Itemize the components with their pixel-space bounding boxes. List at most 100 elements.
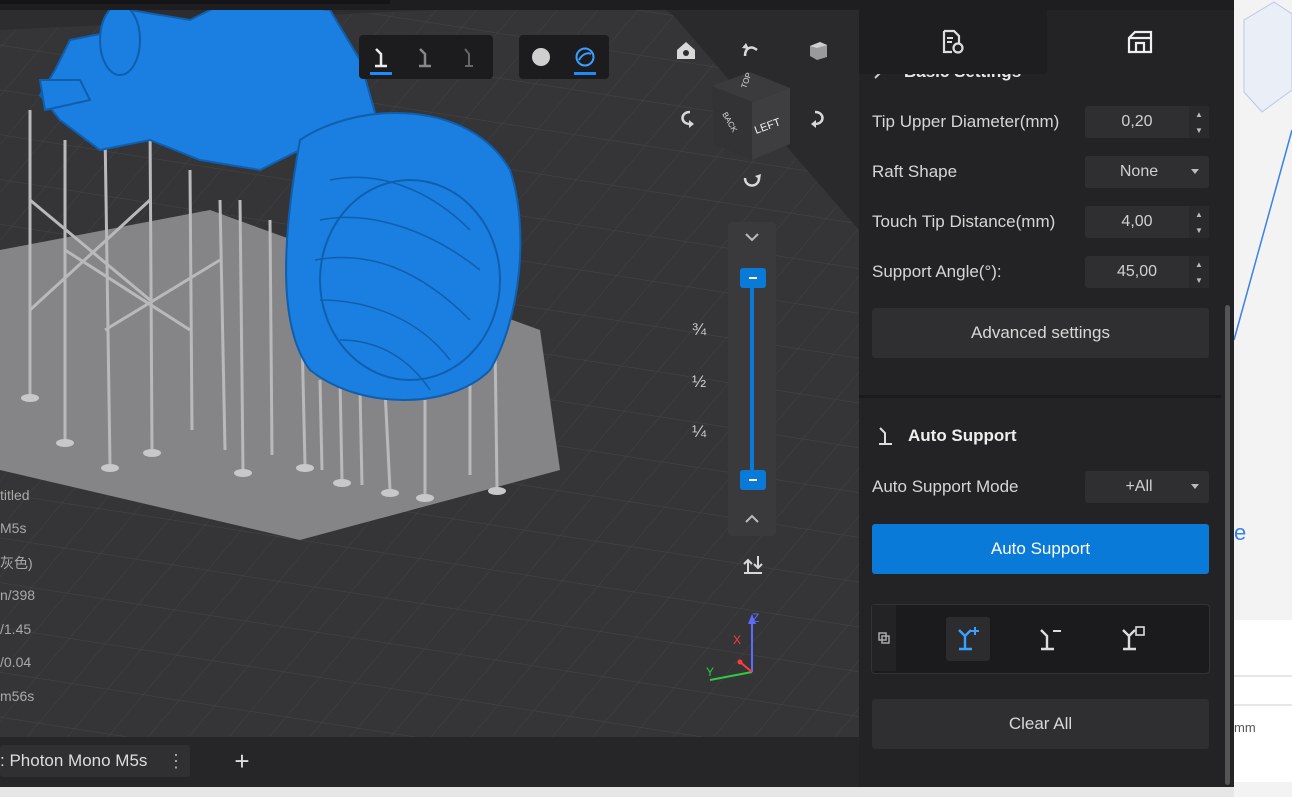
slider-down-chevron[interactable] — [743, 230, 761, 248]
support-thin-button[interactable] — [447, 35, 491, 79]
info-machine: M5s — [0, 520, 27, 536]
tip-upper-diameter-input[interactable]: 0,20 ▲ ▼ — [1085, 106, 1209, 138]
remove-support-tool[interactable] — [1028, 617, 1072, 661]
slider-mark-half: ½ — [692, 372, 707, 391]
rotate-up-button[interactable] — [733, 32, 769, 68]
home-eye-icon — [677, 42, 695, 59]
support-angle-input[interactable]: 45,00 ▲ ▼ — [1085, 256, 1209, 288]
rotate-left-icon — [681, 110, 694, 128]
chevron-up-icon — [745, 514, 759, 523]
support-thin-icon — [464, 48, 473, 67]
clear-all-button[interactable]: Clear All — [872, 699, 1209, 749]
rotate-down-icon — [743, 174, 761, 187]
slider-mark-quarter: ¼ — [692, 422, 707, 441]
solid-view-button[interactable] — [519, 35, 563, 79]
slider-bottom-handle[interactable] — [740, 470, 766, 490]
machine-tab-label: : Photon Mono M5s — [0, 751, 148, 770]
support-tree-button[interactable] — [359, 35, 403, 79]
touch-tip-distance-input[interactable]: 4,00 ▲ ▼ — [1085, 206, 1209, 238]
support-angle-row: Support Angle(°): 45,00 ▲ ▼ — [872, 256, 1209, 288]
window-bottom-edge — [0, 787, 1234, 797]
touch-tip-distance-label: Touch Tip Distance(mm) — [872, 212, 1056, 231]
slider-mark-three-quarters: ¾ — [692, 320, 707, 339]
background-unit-text: mm — [1234, 720, 1256, 735]
axis-z-label: Z — [752, 611, 759, 625]
arrow-down-icon[interactable]: ▼ — [1195, 226, 1203, 235]
panel-scrollbar[interactable] — [1225, 305, 1230, 785]
support-settings-panel: Basic Settings Tip Upper Diameter(mm) 0,… — [859, 10, 1234, 787]
rotate-right-icon — [811, 110, 824, 128]
auto-support-mode-select[interactable]: +All — [1085, 471, 1209, 503]
solid-view-icon — [532, 48, 550, 66]
tab-support-settings[interactable] — [1046, 10, 1234, 74]
slider-up-chevron[interactable] — [743, 512, 761, 530]
background-side-glyph: e — [1234, 520, 1247, 545]
arrow-up-icon[interactable]: ▲ — [1195, 260, 1203, 269]
support-settings-icon — [1128, 30, 1153, 54]
edit-support-icon — [1122, 626, 1145, 651]
add-support-tool[interactable] — [946, 617, 990, 661]
advanced-settings-button[interactable]: Advanced settings — [872, 308, 1209, 358]
machine-tab[interactable]: : Photon Mono M5s ⋮ — [0, 745, 190, 777]
top-strip — [0, 0, 1234, 10]
panel-tabs — [859, 10, 1234, 74]
axis-y-label: Y — [706, 665, 714, 679]
touch-tip-distance-stepper[interactable]: ▲ ▼ — [1189, 206, 1209, 238]
background-window-art — [1234, 1, 1292, 782]
auto-support-title: Auto Support — [908, 426, 1017, 445]
caret-down-icon — [1191, 169, 1199, 174]
slider-range — [750, 282, 754, 482]
info-cost: /0.04 — [0, 654, 32, 670]
info-volume: /1.45 — [0, 621, 32, 637]
arrow-up-icon[interactable]: ▲ — [1195, 210, 1203, 219]
xray-view-button[interactable] — [563, 35, 607, 79]
rotate-right-button[interactable] — [801, 100, 837, 136]
support-angle-stepper[interactable]: ▲ ▼ — [1189, 256, 1209, 288]
auto-support-mode-row: Auto Support Mode +All — [872, 471, 1209, 503]
axis-x-label: X — [733, 633, 741, 647]
support-toolbar — [359, 35, 493, 79]
support-tree-icon — [375, 48, 387, 68]
tip-upper-diameter-row: Tip Upper Diameter(mm) 0,20 ▲ ▼ — [872, 106, 1209, 138]
tip-upper-diameter-stepper[interactable]: ▲ ▼ — [1189, 106, 1209, 138]
machine-tab-bar: : Photon Mono M5s ⋮ + — [0, 737, 859, 787]
info-layers: n/398 — [0, 587, 36, 603]
add-tab-button[interactable]: + — [228, 745, 256, 777]
auto-support-mode-label: Auto Support Mode — [872, 477, 1019, 496]
3d-viewport[interactable]: titled M5s 灰色) n/398 /1.45 /0.04 m56s TO… — [0, 0, 859, 737]
tools-collapse-handle[interactable] — [872, 605, 896, 671]
support-angle-label: Support Angle(°): — [872, 262, 1002, 281]
perspective-button[interactable] — [800, 32, 836, 68]
rotate-down-button[interactable] — [734, 164, 770, 200]
axis-indicator: Z X Y — [706, 611, 759, 681]
home-view-button[interactable] — [668, 32, 704, 68]
cube-icon — [810, 42, 827, 60]
raft-shape-select[interactable]: None — [1085, 156, 1209, 188]
raft-shape-row: Raft Shape None — [872, 156, 1209, 188]
tab-file-settings[interactable] — [859, 10, 1047, 74]
support-line-button[interactable] — [403, 35, 447, 79]
info-resin: 灰色) — [0, 555, 33, 571]
collapse-icon — [878, 632, 890, 644]
arrow-up-icon[interactable]: ▲ — [1195, 110, 1203, 119]
add-support-icon — [958, 627, 979, 651]
info-time: m56s — [0, 688, 35, 704]
file-settings-icon — [942, 29, 964, 54]
arrow-down-icon[interactable]: ▼ — [1195, 276, 1203, 285]
support-line-icon — [419, 48, 431, 68]
support-edit-tools — [871, 604, 1210, 674]
touch-tip-distance-row: Touch Tip Distance(mm) 4,00 ▲ ▼ — [872, 206, 1209, 238]
auto-support-button[interactable]: Auto Support — [872, 524, 1209, 574]
arrow-down-icon[interactable]: ▼ — [1195, 126, 1203, 135]
slider-top-handle[interactable] — [740, 268, 766, 288]
section-divider — [859, 395, 1221, 398]
edit-support-tool[interactable] — [1110, 617, 1154, 661]
layer-jump-icon — [743, 556, 763, 574]
tip-upper-diameter-label: Tip Upper Diameter(mm) — [872, 112, 1060, 131]
more-options-icon[interactable]: ⋮ — [162, 751, 190, 772]
background-window: mm e — [1234, 0, 1292, 797]
layer-jump-button[interactable] — [735, 546, 771, 582]
rotate-left-button[interactable] — [668, 100, 704, 136]
view-cube[interactable]: TOP BACK LEFT — [712, 72, 792, 162]
auto-support-header: Auto Support — [876, 425, 1017, 447]
